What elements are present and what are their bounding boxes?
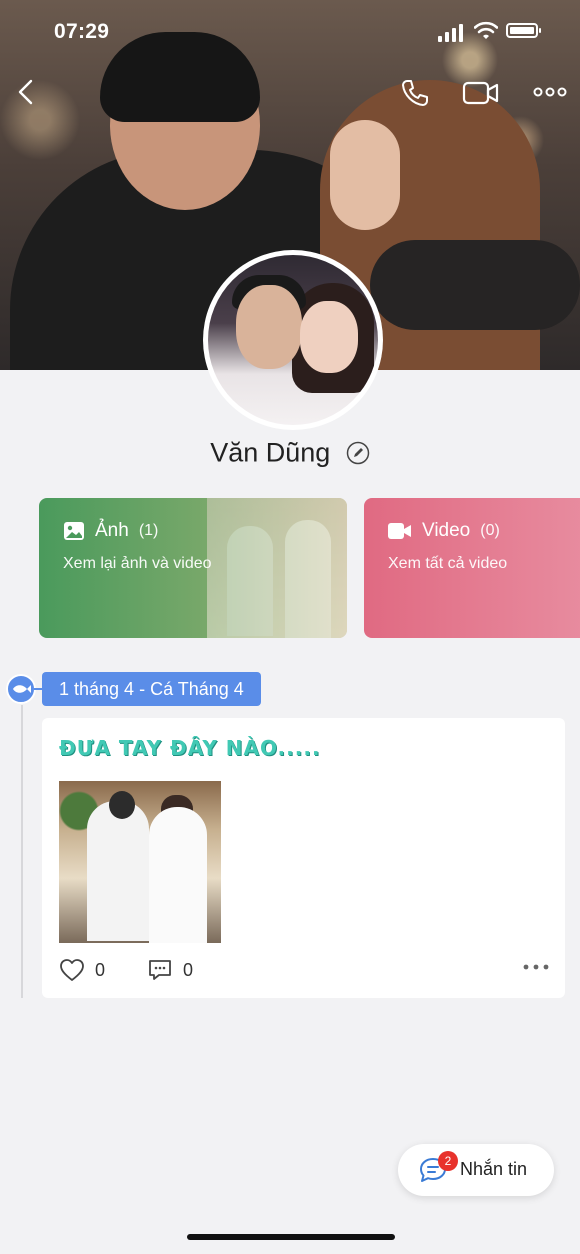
videos-card-count: (0) — [480, 522, 500, 539]
comment-count: 0 — [183, 959, 194, 980]
post-title: ĐƯA TAY ĐÂY NÀO..... — [59, 736, 321, 760]
timeline-line — [21, 705, 23, 998]
wifi-icon — [474, 21, 498, 39]
phone-icon[interactable] — [400, 78, 430, 108]
like-count: 0 — [95, 959, 106, 980]
videos-card-title-row: Video (0) — [388, 520, 500, 542]
image-icon — [64, 522, 84, 540]
pencil-icon[interactable] — [346, 441, 370, 465]
avatar[interactable] — [203, 250, 383, 430]
avatar-photo — [208, 255, 378, 425]
more-horizontal-icon[interactable] — [523, 964, 549, 970]
more-horizontal-icon[interactable] — [533, 86, 567, 98]
message-button-label: Nhắn tin — [460, 1159, 528, 1179]
post-card[interactable]: ĐƯA TAY ĐÂY NÀO..... 0 0 — [42, 718, 565, 998]
post-actions: 0 0 — [59, 956, 549, 986]
status-bar: 07:29 — [0, 0, 580, 64]
comment-button[interactable]: 0 — [147, 958, 193, 982]
video-camera-icon — [388, 523, 411, 539]
heart-icon — [60, 959, 84, 981]
post-image[interactable] — [59, 781, 221, 943]
photos-card-title: Ảnh — [95, 520, 129, 541]
photos-card-subtitle: Xem lại ảnh và video — [63, 555, 212, 572]
cover-arm — [370, 240, 580, 330]
photos-card-thumbnail — [207, 498, 347, 638]
videos-card-title: Video — [422, 520, 471, 541]
timeline-date-label: 1 tháng 4 - Cá Tháng 4 — [42, 672, 261, 706]
unread-badge: 2 — [438, 1151, 458, 1171]
chevron-left-icon[interactable] — [16, 78, 36, 106]
home-indicator — [187, 1234, 395, 1240]
videos-card[interactable]: Video (0) Xem tất cả video — [364, 498, 580, 638]
signal-icon — [438, 24, 463, 42]
profile-name: Văn Dũng — [210, 437, 331, 468]
battery-icon — [506, 23, 541, 38]
video-camera-icon[interactable] — [462, 80, 500, 106]
videos-card-subtitle: Xem tất cả video — [388, 555, 508, 572]
fish-icon — [6, 674, 36, 704]
status-time: 07:29 — [54, 20, 110, 43]
like-button[interactable]: 0 — [59, 958, 105, 982]
cover-face-right — [330, 120, 400, 230]
photos-card-title-row: Ảnh (1) — [63, 520, 158, 542]
message-button[interactable]: 2 Nhắn tin — [398, 1144, 554, 1196]
profile-name-row: Văn Dũng — [0, 436, 580, 468]
photos-card[interactable]: Ảnh (1) Xem lại ảnh và video — [39, 498, 347, 638]
comment-icon — [149, 960, 171, 980]
photos-card-count: (1) — [138, 522, 159, 539]
